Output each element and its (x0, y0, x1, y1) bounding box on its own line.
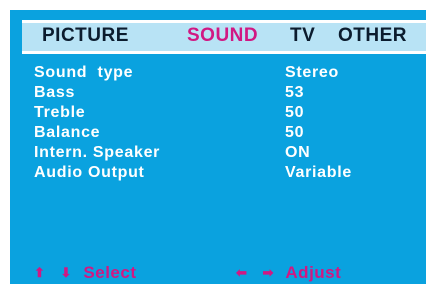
adjust-hint: ⬅ ➡ Adjust (236, 263, 341, 283)
tab-tv[interactable]: TV (290, 25, 315, 47)
left-right-arrow-icon: ⬅ ➡ (236, 265, 280, 280)
setting-value: Stereo (285, 64, 339, 81)
setting-value: Variable (285, 164, 352, 181)
select-hint: ⬆ ⬇ Select (34, 263, 137, 283)
setting-value: 53 (285, 84, 305, 101)
tab-sound[interactable]: SOUND (187, 25, 258, 47)
osd-menu-screen: PICTURE SOUND TV OTHER Sound type Stereo… (10, 10, 426, 284)
select-hint-label: Select (83, 263, 137, 282)
tab-picture[interactable]: PICTURE (42, 25, 129, 47)
setting-row-bass[interactable]: Bass 53 (10, 84, 426, 104)
setting-value: 50 (285, 104, 305, 121)
setting-row-balance[interactable]: Balance 50 (10, 124, 426, 144)
menu-tab-bar: PICTURE SOUND TV OTHER (22, 20, 426, 54)
setting-value: 50 (285, 124, 305, 141)
setting-value: ON (285, 144, 311, 161)
setting-label: Audio Output (34, 164, 145, 181)
setting-row-treble[interactable]: Treble 50 (10, 104, 426, 124)
setting-row-intern-speaker[interactable]: Intern. Speaker ON (10, 144, 426, 164)
setting-label: Treble (34, 104, 86, 121)
setting-label: Bass (34, 84, 76, 101)
tab-other[interactable]: OTHER (338, 25, 407, 47)
setting-label: Balance (34, 124, 101, 141)
setting-row-audio-output[interactable]: Audio Output Variable (10, 164, 426, 184)
setting-label: Sound type (34, 64, 134, 81)
adjust-hint-label: Adjust (285, 263, 342, 282)
setting-label: Intern. Speaker (34, 144, 161, 161)
up-down-arrow-icon: ⬆ ⬇ (34, 265, 78, 280)
setting-row-sound-type[interactable]: Sound type Stereo (10, 64, 426, 84)
